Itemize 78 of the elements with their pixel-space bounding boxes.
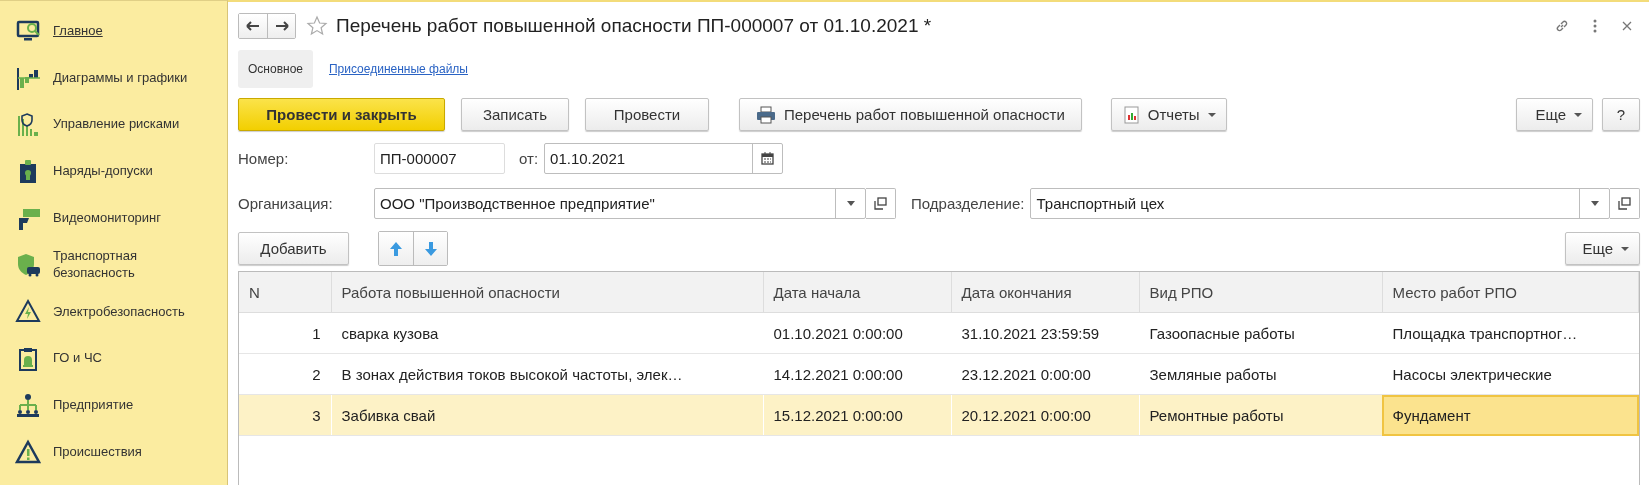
down-arrow-icon [423, 240, 438, 257]
organization-field[interactable]: ООО "Производственное предприятие" [374, 188, 866, 219]
warning-icon [15, 438, 41, 465]
star-icon[interactable] [306, 15, 328, 37]
table-cell: 14.12.2021 0:00:00 [763, 353, 951, 395]
sidebar-item[interactable]: Видеомониторинг [53, 209, 162, 227]
forward-button[interactable] [267, 14, 295, 38]
number-field[interactable]: ПП-000007 [374, 143, 505, 174]
column-header[interactable]: Дата начала [763, 272, 951, 313]
reports-button[interactable]: Отчеты [1110, 98, 1227, 131]
column-header[interactable]: Место работ РПО [1382, 272, 1639, 313]
back-button[interactable] [239, 14, 267, 38]
help-button[interactable]: ? [1602, 98, 1640, 131]
sidebar-item[interactable]: Управление рисками [53, 115, 180, 133]
tab[interactable]: Присоединенные файлы [319, 50, 478, 88]
dropdown-icon[interactable] [1590, 201, 1599, 206]
more-button[interactable]: Еще [1565, 232, 1640, 265]
table-cell: 31.10.2021 23:59:59 [951, 312, 1139, 354]
shield-car-icon [15, 251, 41, 278]
table-cell: 3 [239, 394, 331, 436]
link-icon[interactable] [1554, 18, 1570, 34]
tab[interactable]: Основное [238, 50, 313, 88]
table-cell: 20.12.2021 0:00:00 [951, 394, 1139, 436]
table-cell: 2 [239, 353, 331, 395]
window-title: Перечень работ повышенной опасности ПП-000007 от 01.10.2021 * [336, 15, 932, 37]
sidebar-item[interactable]: Происшествия [53, 443, 142, 461]
toolbar-button[interactable]: Записать [461, 98, 569, 131]
table-cell: Насосы электрические [1382, 353, 1639, 395]
print-button[interactable]: Перечень работ повышенной опасности [739, 98, 1082, 131]
column-header[interactable]: Дата окончания [951, 272, 1139, 313]
sidebar-item[interactable]: Диаграммы и графики [53, 68, 188, 86]
sidebar-item[interactable]: Транспортная безопасность [53, 247, 163, 282]
table-cell: 15.12.2021 0:00:00 [763, 394, 951, 436]
calendar-icon[interactable] [761, 152, 775, 165]
right-arrow-icon [274, 21, 289, 31]
org-chart-icon [15, 391, 41, 418]
add-button[interactable]: Добавить [238, 232, 349, 265]
sidebar-item[interactable]: Главное [53, 21, 103, 39]
printer-icon [756, 105, 776, 124]
field-label: от: [519, 150, 539, 167]
column-header[interactable]: Работа повышенной опасности [331, 272, 763, 313]
field-label: Номер: [238, 150, 290, 167]
column-header[interactable]: N [239, 272, 331, 313]
table-cell: Фундамент [1382, 394, 1639, 436]
dropdown-icon[interactable] [846, 201, 855, 206]
column-header[interactable]: Вид РПО [1139, 272, 1382, 313]
move-down-button[interactable] [413, 232, 447, 265]
shield-chart-icon [15, 111, 41, 137]
close-icon[interactable] [1622, 21, 1632, 31]
left-arrow-icon [246, 21, 260, 31]
toolbar-button[interactable]: Провести [585, 98, 709, 131]
table-cell: Ремонтные работы [1139, 394, 1382, 436]
sidebar-item[interactable]: Электробезопасность [53, 302, 185, 320]
table-cell: Забивка свай [331, 394, 763, 436]
table-cell: 23.12.2021 0:00:00 [951, 353, 1139, 395]
up-arrow-icon [389, 240, 403, 257]
table-cell: Газоопасные работы [1139, 312, 1382, 354]
lightning-warning-icon [15, 298, 41, 325]
table-cell: Земляные работы [1139, 353, 1382, 395]
table-cell: 1 [239, 312, 331, 354]
sidebar-item[interactable]: Предприятие [53, 396, 134, 414]
sidebar-item[interactable]: Наряды-допуски [53, 162, 153, 180]
more-button[interactable]: Еще [1516, 98, 1593, 131]
table-cell: В зонах действия токов высокой частоты, элек… [331, 353, 763, 395]
department-field[interactable]: Транспортный цех [1030, 188, 1610, 219]
field-label: Подразделение: [911, 195, 1025, 212]
more-menu-icon[interactable] [1592, 18, 1598, 34]
field-label: Организация: [238, 195, 334, 212]
move-up-button[interactable] [379, 232, 413, 265]
table-cell: Площадка транспортног… [1382, 312, 1639, 354]
table-cell: сварка кузова [331, 312, 763, 354]
open-window-icon[interactable] [1618, 197, 1631, 210]
table-cell: 01.10.2021 0:00:00 [763, 312, 951, 354]
post-and-close-button[interactable]: Провести и закрыть [238, 98, 445, 131]
report-icon [1123, 105, 1140, 124]
date-field[interactable]: 01.10.2021 [544, 143, 784, 174]
sidebar-item[interactable]: ГО и ЧС [53, 349, 102, 367]
open-window-icon[interactable] [874, 197, 887, 210]
